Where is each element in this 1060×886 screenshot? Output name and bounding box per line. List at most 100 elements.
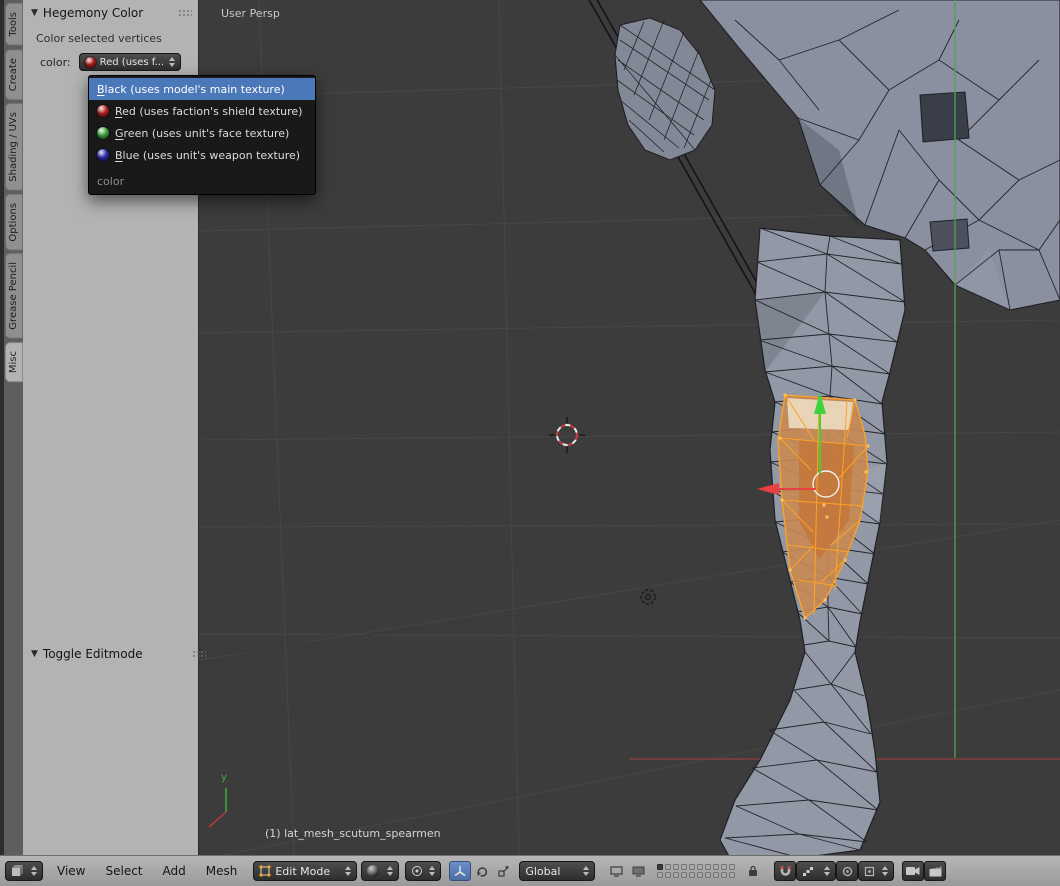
pivot-point-dropdown[interactable] <box>405 861 441 881</box>
mesh-menu[interactable]: Mesh <box>196 864 248 878</box>
layers-widget[interactable] <box>657 864 736 879</box>
menu-item-black[interactable]: Black (uses model's main texture) <box>89 78 315 100</box>
screen-icon <box>632 866 645 877</box>
updown-arrows-icon <box>583 866 589 876</box>
layer-dot[interactable] <box>721 872 727 878</box>
panel-header-toggle-editmode[interactable]: ▼ Toggle Editmode <box>23 641 212 665</box>
snap-target-button[interactable] <box>836 861 858 881</box>
tab-grease-pencil[interactable]: Grease Pencil <box>5 253 23 339</box>
snap-mode-icon <box>864 866 875 877</box>
color-dropdown-menu: Black (uses model's main texture) Red (u… <box>88 75 316 195</box>
red-sphere-icon <box>97 105 109 117</box>
hand-mesh <box>615 18 715 160</box>
edit-mode-cube-icon <box>259 865 271 877</box>
mini-axis-gizmo <box>209 788 226 827</box>
magnet-icon <box>780 865 791 877</box>
layer-dot[interactable] <box>665 872 671 878</box>
layer-dot[interactable] <box>729 872 735 878</box>
color-enum-dropdown[interactable]: Red (uses f... <box>79 53 181 71</box>
shading-sphere-icon <box>367 865 379 877</box>
editor-type-button[interactable] <box>5 861 43 881</box>
menu-item-label: Red (uses faction's shield texture) <box>115 105 302 118</box>
panel-drag-dots-icon[interactable] <box>192 650 206 659</box>
rotate-arc-icon <box>476 865 488 877</box>
axis-tripod-icon <box>454 865 466 877</box>
panel-drag-dots-icon[interactable] <box>178 9 192 18</box>
layer-dot[interactable] <box>673 864 679 870</box>
layer-dot[interactable] <box>657 864 663 870</box>
manipulator-toggle-button[interactable] <box>449 861 471 881</box>
pivot-center-icon <box>411 865 423 877</box>
blue-sphere-icon <box>97 149 109 161</box>
collapse-triangle-icon: ▼ <box>31 649 38 659</box>
select-menu[interactable]: Select <box>95 864 152 878</box>
layer-dot[interactable] <box>697 864 703 870</box>
layer-dot[interactable] <box>705 864 711 870</box>
tab-misc[interactable]: Misc <box>5 342 23 382</box>
film-clapper-icon <box>929 866 942 877</box>
layer-dot[interactable] <box>697 872 703 878</box>
layer-dot[interactable] <box>689 872 695 878</box>
screen-icon <box>610 866 623 877</box>
layer-dot[interactable] <box>729 864 735 870</box>
camera-icon <box>906 866 920 876</box>
mode-value: Edit Mode <box>275 865 341 878</box>
panel-header-hegemony-color[interactable]: ▼ Hegemony Color <box>23 0 198 24</box>
opengl-render-button[interactable] <box>902 861 924 881</box>
layer-dot[interactable] <box>665 864 671 870</box>
viewport-header-bar: View Select Add Mesh Edit Mode <box>0 855 1060 886</box>
tab-options[interactable]: Options <box>5 194 23 251</box>
toolshelf-tab-strip: Tools Create Shading / UVs Options Greas… <box>0 0 23 855</box>
updown-arrows-icon <box>31 866 37 876</box>
view-menu[interactable]: View <box>47 864 95 878</box>
manipulator-rotate-button[interactable] <box>471 861 493 881</box>
layer-dot[interactable] <box>721 864 727 870</box>
menu-footer-label: color <box>89 166 315 190</box>
orientation-dropdown[interactable]: Global <box>519 861 595 881</box>
axis-y-label: y <box>221 772 227 783</box>
panel-description: Color selected vertices <box>23 24 198 51</box>
snap-element-dropdown[interactable] <box>796 861 836 881</box>
menu-item-label: Green (uses unit's face texture) <box>115 127 289 140</box>
viewport-3d[interactable]: User Persp (1) lat_mesh_scutum_spearmen … <box>199 0 1060 855</box>
menu-item-label: Black (uses model's main texture) <box>97 83 285 96</box>
menu-item-label: Blue (uses unit's weapon texture) <box>115 149 300 162</box>
layer-dot[interactable] <box>713 872 719 878</box>
layer-dot[interactable] <box>657 872 663 878</box>
manipulator-scale-button[interactable] <box>493 861 515 881</box>
menu-item-blue[interactable]: Blue (uses unit's weapon texture) <box>89 144 315 166</box>
viewport-shading-dropdown[interactable] <box>361 861 399 881</box>
color-property-row: color: Red (uses f... <box>23 51 198 71</box>
snap-toggle-button[interactable] <box>774 861 796 881</box>
layer-dot[interactable] <box>681 864 687 870</box>
color-enum-value: Red (uses f... <box>100 57 165 68</box>
layer-dot[interactable] <box>705 872 711 878</box>
lock-button[interactable] <box>742 861 764 881</box>
menu-item-green[interactable]: Green (uses unit's face texture) <box>89 122 315 144</box>
mode-dropdown[interactable]: Edit Mode <box>253 861 357 881</box>
opengl-render-animation-button[interactable] <box>924 861 946 881</box>
tab-tools[interactable]: Tools <box>5 3 23 46</box>
layer-dot[interactable] <box>673 872 679 878</box>
add-menu[interactable]: Add <box>153 864 196 878</box>
snap-increment-icon <box>802 866 813 877</box>
orientation-value: Global <box>525 865 579 878</box>
updown-arrows-icon <box>387 866 393 876</box>
empty-object[interactable] <box>199 590 655 658</box>
screen-display-button[interactable] <box>627 861 649 881</box>
cursor-3d <box>549 417 585 453</box>
panel-title: Toggle Editmode <box>43 647 143 661</box>
tab-create[interactable]: Create <box>5 49 23 100</box>
panel-title: Hegemony Color <box>43 6 143 20</box>
snap-mode-dropdown[interactable] <box>858 861 894 881</box>
scale-box-icon <box>498 865 510 877</box>
view-perspective-label: User Persp <box>221 7 280 20</box>
layer-dot[interactable] <box>689 864 695 870</box>
lock-icon <box>748 865 758 877</box>
tab-shading-uvs[interactable]: Shading / UVs <box>5 103 23 191</box>
layer-dot[interactable] <box>713 864 719 870</box>
updown-arrows-icon <box>824 866 830 876</box>
menu-item-red[interactable]: Red (uses faction's shield texture) <box>89 100 315 122</box>
screen-display-button[interactable] <box>605 861 627 881</box>
layer-dot[interactable] <box>681 872 687 878</box>
